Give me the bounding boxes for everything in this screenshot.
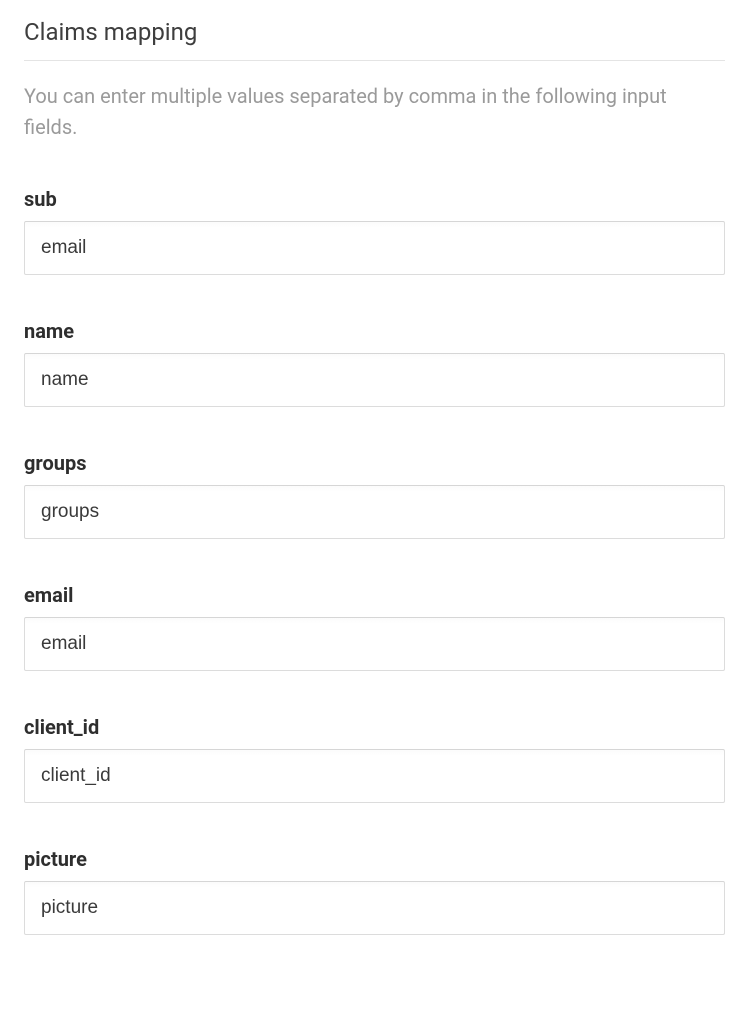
field-label-sub: sub [24, 187, 725, 211]
helper-text: You can enter multiple values separated … [24, 81, 725, 143]
input-email[interactable] [24, 617, 725, 671]
field-email: email [24, 583, 725, 671]
input-picture[interactable] [24, 881, 725, 935]
input-sub[interactable] [24, 221, 725, 275]
input-name[interactable] [24, 353, 725, 407]
section-title: Claims mapping [24, 18, 725, 61]
field-label-client-id: client_id [24, 715, 725, 739]
field-groups: groups [24, 451, 725, 539]
field-client-id: client_id [24, 715, 725, 803]
field-label-picture: picture [24, 847, 725, 871]
input-client-id[interactable] [24, 749, 725, 803]
field-picture: picture [24, 847, 725, 935]
field-label-name: name [24, 319, 725, 343]
field-label-groups: groups [24, 451, 725, 475]
field-label-email: email [24, 583, 725, 607]
field-name: name [24, 319, 725, 407]
input-groups[interactable] [24, 485, 725, 539]
field-sub: sub [24, 187, 725, 275]
